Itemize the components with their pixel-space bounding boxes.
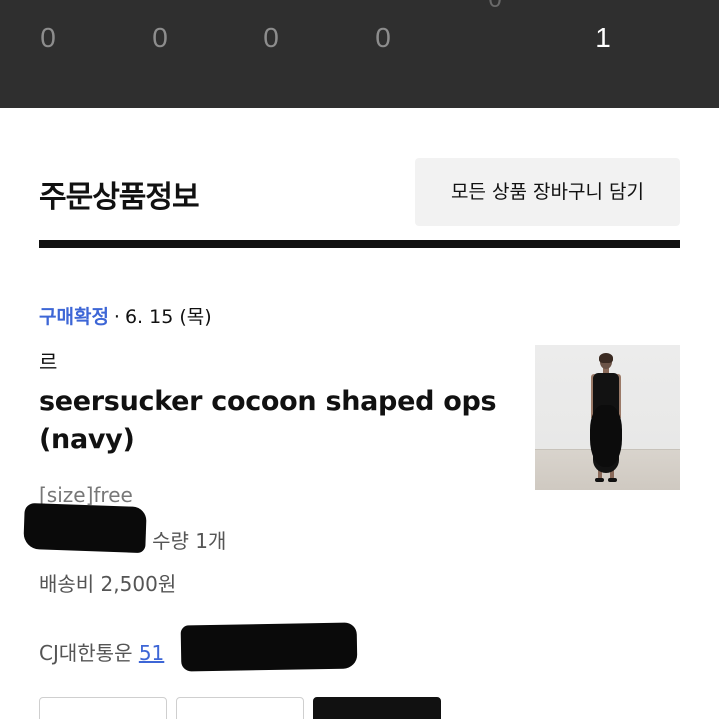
order-status-label: 구매확정: [39, 306, 109, 328]
tracking-number-redaction: [180, 622, 358, 672]
order-action-button-2[interactable]: [176, 697, 304, 719]
status-count-value: 0: [375, 22, 391, 53]
carrier-name: CJ대한통운: [39, 641, 133, 665]
status-count-4[interactable]: 0: [353, 22, 413, 54]
status-count-5[interactable]: 0: [465, 0, 525, 14]
model-hair: [599, 353, 613, 363]
order-status-summary-bar: 0 0 0 0 0 1: [0, 0, 719, 108]
status-count-value: 0: [40, 22, 56, 53]
section-header: 주문상품정보 모든 상품 장바구니 담기: [39, 158, 680, 226]
quantity-label: / 수량 1개: [139, 529, 227, 553]
order-meta: 구매확정 · 6. 15 (목): [39, 302, 212, 329]
product-thumbnail[interactable]: [535, 345, 680, 490]
product-name[interactable]: seersucker cocoon shaped ops (navy): [39, 383, 509, 459]
model-dress-body: [590, 405, 622, 467]
add-all-to-cart-button[interactable]: 모든 상품 장바구니 담기: [415, 158, 680, 226]
meta-separator: ·: [113, 306, 120, 328]
status-count-6[interactable]: 1: [573, 22, 633, 54]
section-divider: [39, 240, 680, 248]
status-count-3[interactable]: 0: [241, 22, 301, 54]
shipping-fee: 배송비 2,500원: [39, 572, 177, 596]
order-action-button-1[interactable]: [39, 697, 167, 719]
status-count-value: 0: [488, 0, 501, 13]
status-count-2[interactable]: 0: [130, 22, 190, 54]
order-date: 6. 15 (목): [124, 306, 212, 328]
model-shoe-left: [595, 478, 604, 482]
status-count-value: 0: [152, 22, 168, 53]
brand-name[interactable]: 르: [39, 346, 57, 375]
price-redaction: [23, 502, 147, 554]
status-count-1[interactable]: 0: [18, 22, 78, 54]
carrier-line: CJ대한통운 51: [39, 637, 164, 666]
order-action-button-3[interactable]: [313, 697, 441, 719]
tracking-number-link[interactable]: 51: [139, 641, 164, 665]
status-count-value: 1: [595, 22, 611, 53]
status-count-value: 0: [263, 22, 279, 53]
section-title: 주문상품정보: [39, 180, 200, 215]
model-shoe-right: [608, 478, 617, 482]
